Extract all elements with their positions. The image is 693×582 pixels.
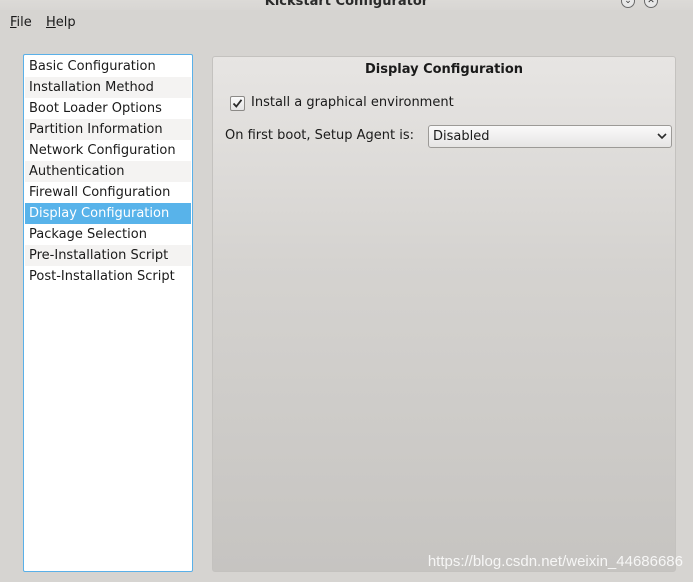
- nav-item-package-selection[interactable]: Package Selection: [25, 224, 191, 245]
- display-configuration-panel: Display Configuration Install a graphica…: [212, 56, 676, 572]
- setup-agent-label: On first boot, Setup Agent is:: [225, 128, 415, 143]
- nav-item-authentication[interactable]: Authentication: [25, 161, 191, 182]
- menu-help[interactable]: Help: [46, 15, 76, 30]
- nav-item-network-configuration[interactable]: Network Configuration: [25, 140, 191, 161]
- watermark: https://blog.csdn.net/weixin_44686686: [427, 553, 683, 570]
- close-icon: ✕: [647, 0, 655, 6]
- nav-item-firewall-configuration[interactable]: Firewall Configuration: [25, 182, 191, 203]
- window-title: Kickstart Configurator: [264, 0, 429, 9]
- menu-file-label: ile: [16, 15, 32, 30]
- panel-title: Display Configuration: [364, 62, 524, 77]
- menu-help-label: elp: [55, 15, 76, 30]
- checkmark-icon: [232, 99, 243, 108]
- nav-item-installation-method[interactable]: Installation Method: [25, 77, 191, 98]
- title-bar: Kickstart Configurator ⌄ ✕: [0, 0, 693, 10]
- setup-agent-value: Disabled: [433, 129, 490, 144]
- install-graphical-checkbox[interactable]: [230, 96, 245, 111]
- nav-item-post-installation-script[interactable]: Post-Installation Script: [25, 266, 191, 287]
- install-graphical-label[interactable]: Install a graphical environment: [251, 95, 454, 110]
- nav-item-pre-installation-script[interactable]: Pre-Installation Script: [25, 245, 191, 266]
- menu-file[interactable]: File: [10, 15, 32, 30]
- chevron-down-icon: ⌄: [624, 0, 632, 6]
- chevron-down-icon: [657, 133, 667, 140]
- menu-help-mnemonic: H: [46, 15, 56, 30]
- nav-item-basic-configuration[interactable]: Basic Configuration: [25, 56, 191, 77]
- section-list[interactable]: Basic Configuration Installation Method …: [23, 54, 193, 572]
- setup-agent-select[interactable]: Disabled: [428, 125, 672, 148]
- nav-item-display-configuration[interactable]: Display Configuration: [25, 203, 191, 224]
- menu-bar: File Help: [0, 10, 693, 36]
- nav-item-partition-information[interactable]: Partition Information: [25, 119, 191, 140]
- nav-item-boot-loader-options[interactable]: Boot Loader Options: [25, 98, 191, 119]
